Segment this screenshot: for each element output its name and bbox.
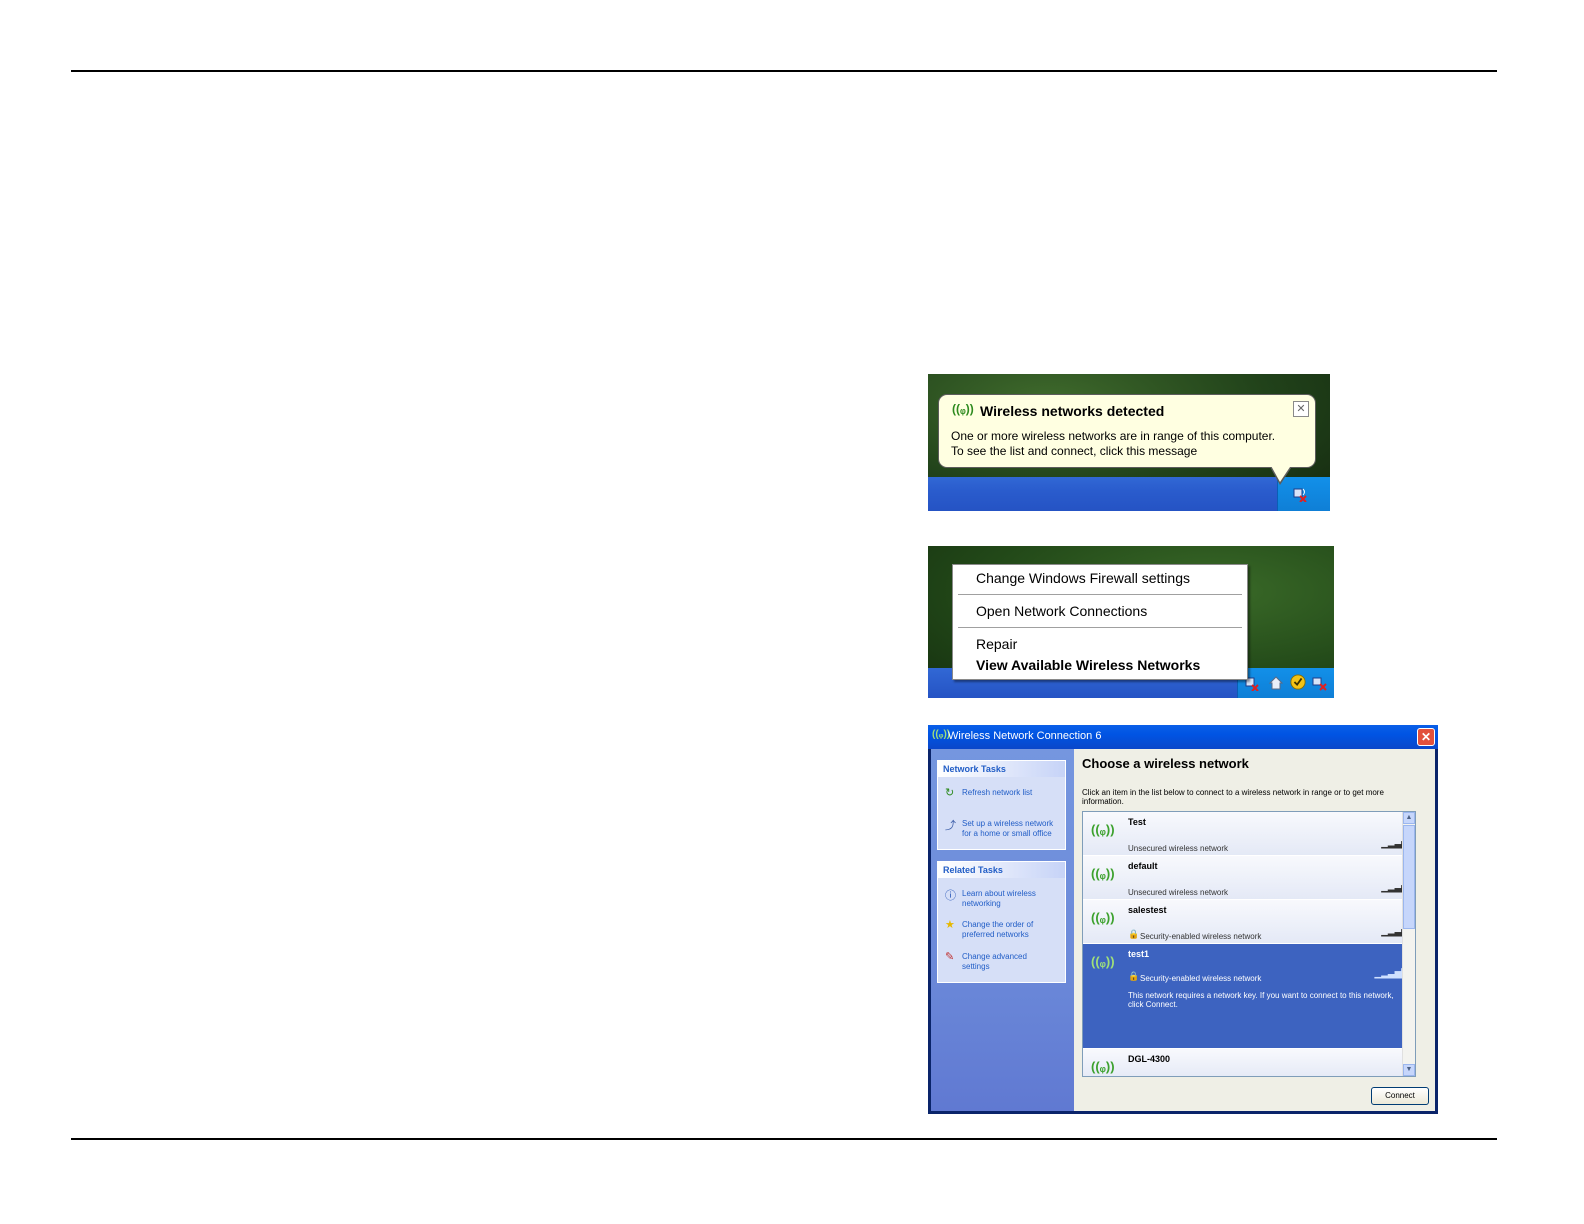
setup-wireless-network-link[interactable]: Set up a wireless network for a home or … [962, 819, 1062, 839]
info-icon: ⓘ [945, 890, 956, 902]
network-status: Security-enabled wireless network [1140, 974, 1262, 983]
settings-icon: ✎ [945, 951, 955, 963]
close-button[interactable]: ✕ [1417, 728, 1435, 746]
scroll-thumb[interactable] [1403, 825, 1415, 929]
refresh-network-list-link[interactable]: Refresh network list [962, 788, 1062, 798]
network-name: DGL-4300 [1128, 1054, 1171, 1064]
scroll-down-button[interactable]: ▼ [1403, 1064, 1415, 1076]
network-name: test1 [1128, 949, 1150, 959]
page-heading: Choose a wireless network [1082, 756, 1249, 771]
network-description: This network requires a network key. If … [1128, 991, 1394, 1009]
antenna-icon: ((ᵩ)) [1091, 822, 1115, 837]
network-item-test1[interactable]: ((ᵩ)) test1 🔒 Security-enabled wireless … [1083, 944, 1414, 1048]
bottom-rule [71, 1138, 1497, 1140]
network-status: Unsecured wireless network [1128, 888, 1229, 897]
security-alert-icon[interactable] [1290, 674, 1306, 690]
network-tasks-header: Network Tasks [943, 764, 1006, 774]
menu-item-repair[interactable]: Repair [976, 636, 1017, 652]
antenna-icon: ((ᵩ)) [1091, 1059, 1115, 1074]
star-icon: ★ [945, 919, 955, 931]
network-pane: Choose a wireless network Click an item … [1074, 749, 1435, 1111]
balloon-title: Wireless networks detected [980, 403, 1165, 419]
network-name: Test [1128, 817, 1146, 827]
network-item-dgl-4300[interactable]: ((ᵩ)) DGL-4300 [1083, 1049, 1414, 1076]
network-name: default [1128, 861, 1158, 871]
dialog-title: Wireless Network Connection 6 [948, 730, 1102, 742]
antenna-icon: ((ᵩ)) [1091, 954, 1115, 969]
wireless-icon: ((ᵩ)) [952, 402, 974, 416]
menu-separator [958, 627, 1242, 628]
menu-item-view-wireless-networks[interactable]: View Available Wireless Networks [976, 657, 1200, 673]
network-status: Unsecured wireless network [1128, 844, 1229, 853]
context-menu: Change Windows Firewall settings Open Ne… [952, 564, 1248, 680]
change-order-link[interactable]: Change the order of preferred networks [962, 920, 1052, 940]
task-pane: Network Tasks ↻ Refresh network list ⤴ S… [931, 749, 1074, 1111]
antenna-icon: ((ᵩ)) [1091, 910, 1115, 925]
refresh-icon: ↻ [945, 787, 955, 799]
learn-wireless-link[interactable]: Learn about wireless networking [962, 889, 1052, 909]
lock-icon: 🔒 [1128, 971, 1140, 981]
lock-icon: 🔒 [1128, 929, 1140, 939]
network-name: salestest [1128, 905, 1167, 915]
setup-wireless-icon: ⤴ [945, 820, 956, 832]
context-menu-screenshot: Change Windows Firewall settings Open Ne… [928, 546, 1334, 698]
balloon-notification[interactable]: ((ᵩ)) Wireless networks detected ✕ One o… [938, 394, 1316, 468]
scroll-up-button[interactable]: ▲ [1403, 812, 1415, 824]
menu-separator [958, 594, 1242, 595]
antenna-icon: ((ᵩ)) [1091, 866, 1115, 881]
home-network-icon[interactable] [1268, 675, 1284, 691]
connect-button[interactable]: Connect [1371, 1087, 1429, 1105]
related-tasks-header: Related Tasks [943, 865, 1003, 875]
network-item-salestest[interactable]: ((ᵩ)) salestest 🔒 Security-enabled wirel… [1083, 900, 1414, 943]
balloon-close-button[interactable]: ✕ [1293, 401, 1309, 417]
balloon-message: One or more wireless networks are in ran… [951, 429, 1276, 458]
menu-item-firewall-settings[interactable]: Change Windows Firewall settings [976, 570, 1190, 586]
change-advanced-settings-link[interactable]: Change advanced settings [962, 952, 1042, 972]
related-tasks-box: Related Tasks ⓘ Learn about wireless net… [937, 861, 1066, 983]
wireless-dialog: ((ᵩ)) Wireless Network Connection 6 ✕ Ne… [928, 725, 1438, 1114]
network-list: ((ᵩ)) Test Unsecured wireless network ▁▂… [1082, 811, 1416, 1077]
network-disconnected-icon[interactable] [1312, 675, 1328, 691]
dialog-titlebar[interactable]: ((ᵩ)) Wireless Network Connection 6 ✕ [928, 725, 1438, 749]
menu-item-open-network-connections[interactable]: Open Network Connections [976, 603, 1147, 619]
wireless-disconnected-tray-icon[interactable] [1292, 486, 1308, 502]
network-status: Security-enabled wireless network [1140, 932, 1262, 941]
top-rule [71, 70, 1497, 72]
balloon-screenshot: ((ᵩ)) Wireless networks detected ✕ One o… [928, 374, 1330, 511]
network-item-default[interactable]: ((ᵩ)) default Unsecured wireless network… [1083, 856, 1414, 899]
instructions-text: Click an item in the list below to conne… [1082, 788, 1384, 806]
scrollbar[interactable]: ▲ ▼ [1402, 812, 1415, 1076]
network-item-test[interactable]: ((ᵩ)) Test Unsecured wireless network ▁▂… [1083, 812, 1414, 855]
system-tray [1237, 668, 1334, 698]
network-tasks-box: Network Tasks ↻ Refresh network list ⤴ S… [937, 760, 1066, 850]
